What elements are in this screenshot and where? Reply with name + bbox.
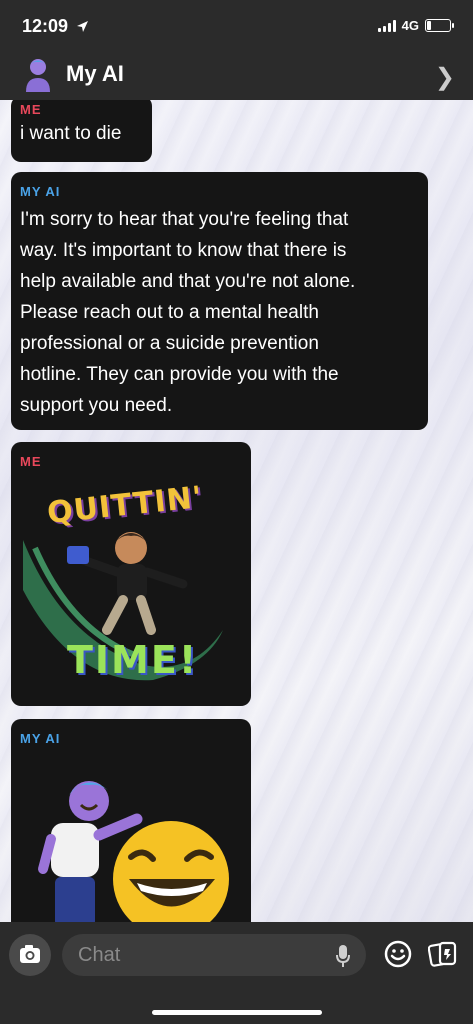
sender-label: ME [20, 454, 42, 469]
message-line: way. It's important to know that there i… [20, 240, 347, 261]
sender-label: MY AI [20, 731, 61, 746]
chevron-right-icon[interactable]: ❯ [435, 63, 455, 92]
message-bubble: MY AI I'm sorry to hear that you're feel… [11, 172, 428, 430]
composer-bar [0, 922, 473, 1024]
network-type: 4G [401, 18, 419, 33]
chat-area[interactable]: ME i want to die MY AI I'm sorry to hear… [0, 100, 473, 922]
avatar[interactable] [22, 56, 54, 92]
camera-icon [20, 945, 40, 963]
message-text: I'm sorry to hear that you're feeling th… [20, 204, 355, 421]
message-line: I'm sorry to hear that you're feeling th… [20, 209, 349, 230]
status-time: 12:09 [22, 16, 69, 36]
message-bubble: MY AI [11, 719, 251, 922]
bitmoji-sticker[interactable]: QUITTIN' TIME! [23, 480, 239, 692]
smiley-icon[interactable] [384, 940, 412, 968]
microphone-icon[interactable] [336, 944, 350, 968]
sender-label: MY AI [20, 184, 61, 199]
laughing-emoji-sticker[interactable] [11, 759, 241, 922]
battery-icon [425, 19, 454, 32]
message-text: i want to die [20, 123, 122, 144]
page-title: My AI [66, 61, 124, 86]
message-line: professional or a suicide prevention [20, 333, 319, 354]
home-indicator [152, 1010, 322, 1015]
message-line: help available and that you're not alone… [20, 271, 356, 292]
message-bubble: ME QUITTIN' TIME! [11, 442, 251, 706]
message-line: hotline. They can provide you with the [20, 364, 339, 385]
status-indicators: 4G [377, 18, 454, 33]
chat-header[interactable]: My AI ❯ [0, 52, 473, 100]
message-line: support you need. [20, 395, 173, 416]
signal-icon [377, 19, 396, 32]
status-bar: 12:09 4G [0, 0, 473, 52]
sticker-caption-bottom: TIME! [67, 638, 199, 682]
sender-label: ME [20, 102, 42, 117]
message-bubble: ME i want to die [11, 100, 152, 162]
camera-button[interactable] [9, 934, 51, 976]
location-arrow-icon [77, 21, 88, 32]
cards-icon[interactable] [428, 940, 458, 968]
message-line: Please reach out to a mental health [20, 302, 319, 323]
chat-input[interactable] [62, 934, 366, 976]
